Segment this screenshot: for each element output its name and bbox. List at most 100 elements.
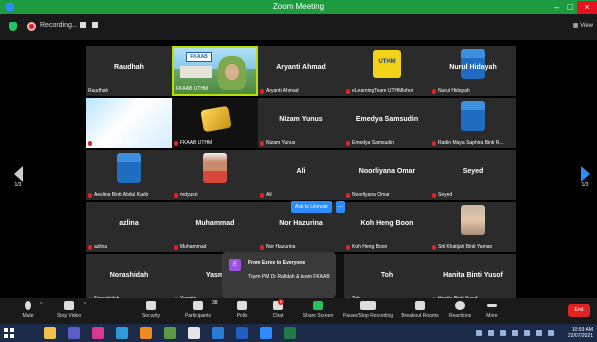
participant-name: Nizam Yunus [279,116,323,123]
participant-tile[interactable]: Muhammad Muhammad [172,202,258,252]
participant-tile[interactable]: Raudhah Raudhah [86,46,172,96]
participant-tile[interactable]: Hanita Binti YusofHanita Binti Yusof [430,254,516,304]
participant-tile[interactable]: mdyusri [172,150,258,200]
participant-label: Nurul Hidayah [432,88,470,94]
chat-badge: 6 [278,299,284,305]
share-screen-label: Share Screen [302,313,334,319]
pause-recording-icon[interactable] [80,22,86,28]
excel-icon[interactable] [284,327,296,339]
taskbar-clock[interactable]: 10:59 AM 22/07/2021 [568,327,593,339]
participant-tile[interactable]: FKAAB UTHM [172,98,258,148]
recording-label: Recording... [40,22,78,29]
participant-tile[interactable]: Nizam Yunus Nizam Yunus [258,98,344,148]
muted-mic-icon [260,192,264,198]
stop-recording-icon[interactable] [92,22,98,28]
more-label: More [486,313,498,319]
reactions-button[interactable]: Reactions [446,301,474,319]
participant-label: Aryanti Ahmad [260,88,299,94]
muted-mic-icon [88,192,92,198]
file-explorer-icon[interactable] [44,327,56,339]
participant-footer-name: mdyusri [180,192,198,198]
stop-video-button[interactable]: Stop Video [52,301,86,319]
end-meeting-button[interactable]: End [568,304,590,317]
share-screen-icon [313,301,323,310]
participants-count: 38 [212,300,218,306]
participant-tile[interactable]: Noorliyana Omar Noorliyana Omar [344,150,430,200]
participant-tile[interactable]: eLearningTeam UTHMlohor [344,46,430,96]
participant-footer-name: Nor Hazurina [266,244,296,250]
view-button[interactable]: ▦ View [573,22,593,29]
participant-tile[interactable]: Ali Ali [258,150,344,200]
participant-tile[interactable]: Radin Maya Saphira Binti R... [430,98,516,148]
participant-tile[interactable]: Nurul Hidayah Nurul Hidayah [430,46,516,96]
polls-label: Polls [236,313,248,319]
participant-tile[interactable]: NorashidahNorashidah [86,254,172,304]
app-icon[interactable] [188,327,200,339]
close-button[interactable]: × [577,1,597,14]
chat-icon: 6 [273,299,284,310]
uthm-logo-icon [373,50,401,78]
polls-button[interactable]: Polls [234,301,250,319]
participant-tile[interactable]: FKAAB FKAAB UTHM [172,46,258,96]
pause-stop-recording-button[interactable]: Pause/Stop Recording [340,301,396,319]
zoom-taskbar-icon[interactable] [260,327,272,339]
tile-more-button[interactable]: ... [336,201,345,213]
video-options-caret[interactable]: ^ [84,302,86,308]
tray-icon[interactable] [512,330,518,336]
pause-recording-label: Pause/Stop Recording [342,313,394,319]
tray-icon[interactable] [524,330,530,336]
muted-mic-icon [260,88,264,94]
windows-start-icon[interactable] [4,328,14,338]
muted-mic-icon [260,244,264,250]
chat-button[interactable]: 6 Chat [270,299,286,319]
participant-tile[interactable]: Siti Khatijah Binti Yaman [430,202,516,252]
breakout-rooms-button[interactable]: Breakout Rooms [398,301,442,319]
audio-options-caret[interactable]: ^ [40,302,42,308]
volume-icon[interactable] [548,330,554,336]
next-page-button[interactable]: 1/3 [575,166,595,188]
participant-tile[interactable]: Aeslina Binti Abdul Kadir [86,150,172,200]
participant-tile[interactable]: Emedya Samsudin Emedya Samsudin [344,98,430,148]
app-icon[interactable] [92,327,104,339]
more-button[interactable]: More [482,301,502,319]
participant-footer-name: eLearningTeam UTHMlohor [352,88,414,94]
participant-name: Nor Hazurina [279,220,323,227]
sender-avatar: E [229,259,241,271]
participants-icon [193,301,203,310]
participant-tile[interactable]: Koh Heng Boon Koh Heng Boon [344,202,430,252]
participant-tile[interactable]: Aryanti Ahmad Aryanti Ahmad [258,46,344,96]
security-shield-icon[interactable] [9,22,17,31]
network-icon[interactable] [536,330,542,336]
muted-mic-icon [174,192,178,198]
participant-tile[interactable]: Mohd Effendi Daud [86,98,172,148]
chat-notification[interactable]: E From Ezree to Everyone Tqvm PM Dr Rafi… [222,252,336,298]
participants-button[interactable]: 38 Participants [180,300,218,319]
participant-tile[interactable]: azlina azlina [86,202,172,252]
teams-icon[interactable] [68,327,80,339]
muted-mic-icon [260,140,264,146]
participant-footer-name: FKAAB UTHM [176,86,209,92]
participant-label: azlina [88,244,107,250]
participant-tile[interactable]: TohToh [344,254,430,304]
security-button[interactable]: Security [138,301,164,319]
photos-icon[interactable] [116,327,128,339]
participant-footer-name: Raudhah [88,88,109,94]
share-screen-button[interactable]: Share Screen [301,301,335,319]
mute-button[interactable]: Mute [18,301,38,319]
more-dots-icon [487,304,497,307]
tray-icon[interactable] [500,330,506,336]
app-icon[interactable] [164,327,176,339]
ask-to-unmute-button[interactable]: Ask to Unmute [291,201,332,213]
maximize-button[interactable]: □ [568,1,573,13]
minimize-button[interactable]: – [554,1,559,13]
participant-name: Nurul Hidayah [449,64,497,71]
participant-label: mdyusri [174,192,198,198]
app-icon[interactable] [140,327,152,339]
app-icon[interactable] [212,327,224,339]
previous-page-button[interactable]: 1/3 [8,166,28,188]
word-icon[interactable] [236,327,248,339]
tray-icon[interactable] [488,330,494,336]
participant-tile[interactable]: Seyed Seyed [430,150,516,200]
participant-name: Raudhah [114,64,144,71]
tray-icon[interactable] [476,330,482,336]
